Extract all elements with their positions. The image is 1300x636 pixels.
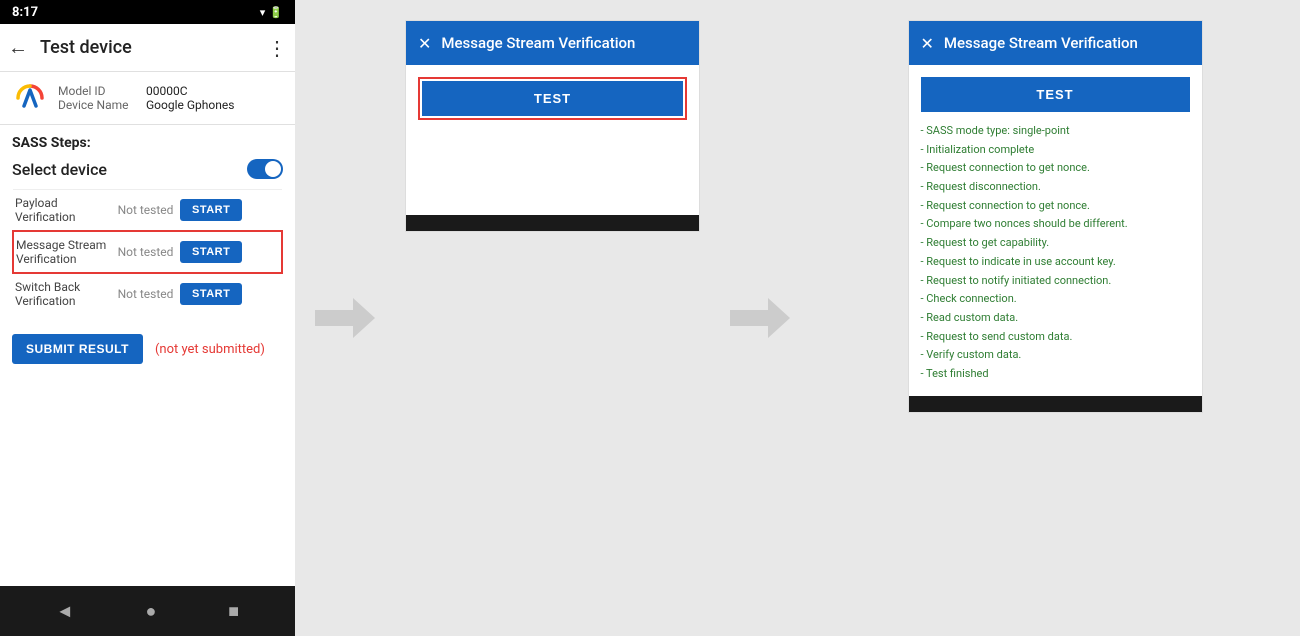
test-button-wrapper-1: TEST <box>418 77 687 120</box>
select-device-label: Select device <box>12 160 107 179</box>
model-row: Model ID 00000C <box>58 84 234 98</box>
arrow-1-container <box>295 0 395 636</box>
test-btn-1[interactable]: TEST <box>422 81 683 116</box>
result-item: - Test finished <box>921 365 1190 384</box>
result-item: - Request to notify initiated connection… <box>921 272 1190 291</box>
dialog-1-box: ✕ Message Stream Verification TEST <box>405 20 700 232</box>
arrow-2-body <box>730 310 770 326</box>
status-bar: 8:17 ▾ 🔋 <box>0 0 295 24</box>
more-icon[interactable]: ⋮ <box>267 36 287 60</box>
device-name-value: Google Gphones <box>146 98 234 112</box>
step-status-switch-back: Not tested <box>113 273 178 314</box>
device-name-row: Device Name Google Gphones <box>58 98 234 112</box>
not-submitted-label: (not yet submitted) <box>155 342 265 357</box>
dialog-2-box: ✕ Message Stream Verification TEST - SAS… <box>908 20 1203 413</box>
result-item: - Initialization complete <box>921 141 1190 160</box>
start-payload-btn[interactable]: START <box>180 199 242 221</box>
arrow-1-head <box>353 298 375 338</box>
result-list: - SASS mode type: single-point- Initiali… <box>921 122 1190 384</box>
result-item: - Read custom data. <box>921 309 1190 328</box>
model-value: 00000C <box>146 84 188 98</box>
step-name-payload: Payload Verification <box>13 190 113 232</box>
result-item: - Request to indicate in use account key… <box>921 253 1190 272</box>
step-name-message-stream: Message StreamVerification <box>13 231 113 273</box>
arrow-2-container <box>710 0 810 636</box>
start-switch-back-btn[interactable]: START <box>180 283 242 305</box>
dialog-1-body: TEST <box>406 65 699 215</box>
select-device-row: Select device <box>12 159 283 179</box>
dialog-2-wrapper: ✕ Message Stream Verification TEST - SAS… <box>810 0 1300 636</box>
sass-section: SASS Steps: Select device Payload Verifi… <box>0 125 295 318</box>
step-name-switch-back: Switch Back Verification <box>13 273 113 314</box>
step-status-payload: Not tested <box>113 190 178 232</box>
step-row-payload: Payload Verification Not tested START <box>13 190 282 232</box>
dialog-2-title: Message Stream Verification <box>944 34 1190 52</box>
phone-topbar: ← Test device ⋮ <box>0 24 295 72</box>
device-name-label: Device Name <box>58 98 138 112</box>
submit-section: SUBMIT RESULT (not yet submitted) <box>0 322 295 376</box>
result-item: - Verify custom data. <box>921 346 1190 365</box>
select-device-toggle[interactable] <box>247 159 283 179</box>
result-item: - SASS mode type: single-point <box>921 122 1190 141</box>
status-time: 8:17 <box>12 5 38 20</box>
result-item: - Request connection to get nonce. <box>921 159 1190 178</box>
dialog-1-bottom-bar <box>406 215 699 231</box>
arrow-1-body <box>315 310 355 326</box>
step-btn-cell-switch-back: START <box>178 273 282 314</box>
result-item: - Request disconnection. <box>921 178 1190 197</box>
dialog-1-close-icon[interactable]: ✕ <box>418 34 431 53</box>
dialog-2-body: TEST - SASS mode type: single-point- Ini… <box>909 65 1202 396</box>
step-row-switch-back: Switch Back Verification Not tested STAR… <box>13 273 282 314</box>
dialog-2-header: ✕ Message Stream Verification <box>909 21 1202 65</box>
arrow-2 <box>730 298 790 338</box>
status-icons: ▾ 🔋 <box>260 6 283 19</box>
result-item: - Request to get capability. <box>921 234 1190 253</box>
dialog-1-title: Message Stream Verification <box>441 34 687 52</box>
model-label: Model ID <box>58 84 138 98</box>
sass-title: SASS Steps: <box>12 135 283 151</box>
phone-title: Test device <box>40 37 267 58</box>
dialog-1-wrapper: ✕ Message Stream Verification TEST <box>395 0 710 636</box>
nav-back-icon[interactable]: ◄ <box>56 601 74 622</box>
device-info-section: Model ID 00000C Device Name Google Gphon… <box>0 72 295 125</box>
step-btn-cell-payload: START <box>178 190 282 232</box>
device-info-rows: Model ID 00000C Device Name Google Gphon… <box>58 84 234 112</box>
result-item: - Compare two nonces should be different… <box>921 215 1190 234</box>
start-message-stream-btn[interactable]: START <box>180 241 242 263</box>
brand-logo <box>12 80 48 116</box>
arrow-1 <box>315 298 375 338</box>
dialog-2-close-icon[interactable]: ✕ <box>921 34 934 53</box>
submit-result-btn[interactable]: SUBMIT RESULT <box>12 334 143 364</box>
step-btn-cell-message-stream: START <box>178 231 282 273</box>
phone-panel: 8:17 ▾ 🔋 ← Test device ⋮ Model ID 00000C <box>0 0 295 636</box>
dialog-1-header: ✕ Message Stream Verification <box>406 21 699 65</box>
battery-icon: 🔋 <box>269 6 283 19</box>
steps-table: Payload Verification Not tested START Me… <box>12 189 283 314</box>
test-btn-2[interactable]: TEST <box>921 77 1190 112</box>
phone-content: ← Test device ⋮ Model ID 00000C Device N… <box>0 24 295 586</box>
nav-home-icon[interactable]: ● <box>146 601 157 622</box>
arrow-2-head <box>768 298 790 338</box>
nav-recent-icon[interactable]: ■ <box>228 601 239 622</box>
dialog-2-bottom-bar <box>909 396 1202 412</box>
result-item: - Check connection. <box>921 290 1190 309</box>
step-row-message-stream: Message StreamVerification Not tested ST… <box>13 231 282 273</box>
phone-navbar: ◄ ● ■ <box>0 586 295 636</box>
result-item: - Request to send custom data. <box>921 328 1190 347</box>
back-icon[interactable]: ← <box>8 35 28 60</box>
result-item: - Request connection to get nonce. <box>921 197 1190 216</box>
wifi-icon: ▾ <box>260 6 266 19</box>
step-status-message-stream: Not tested <box>113 231 178 273</box>
